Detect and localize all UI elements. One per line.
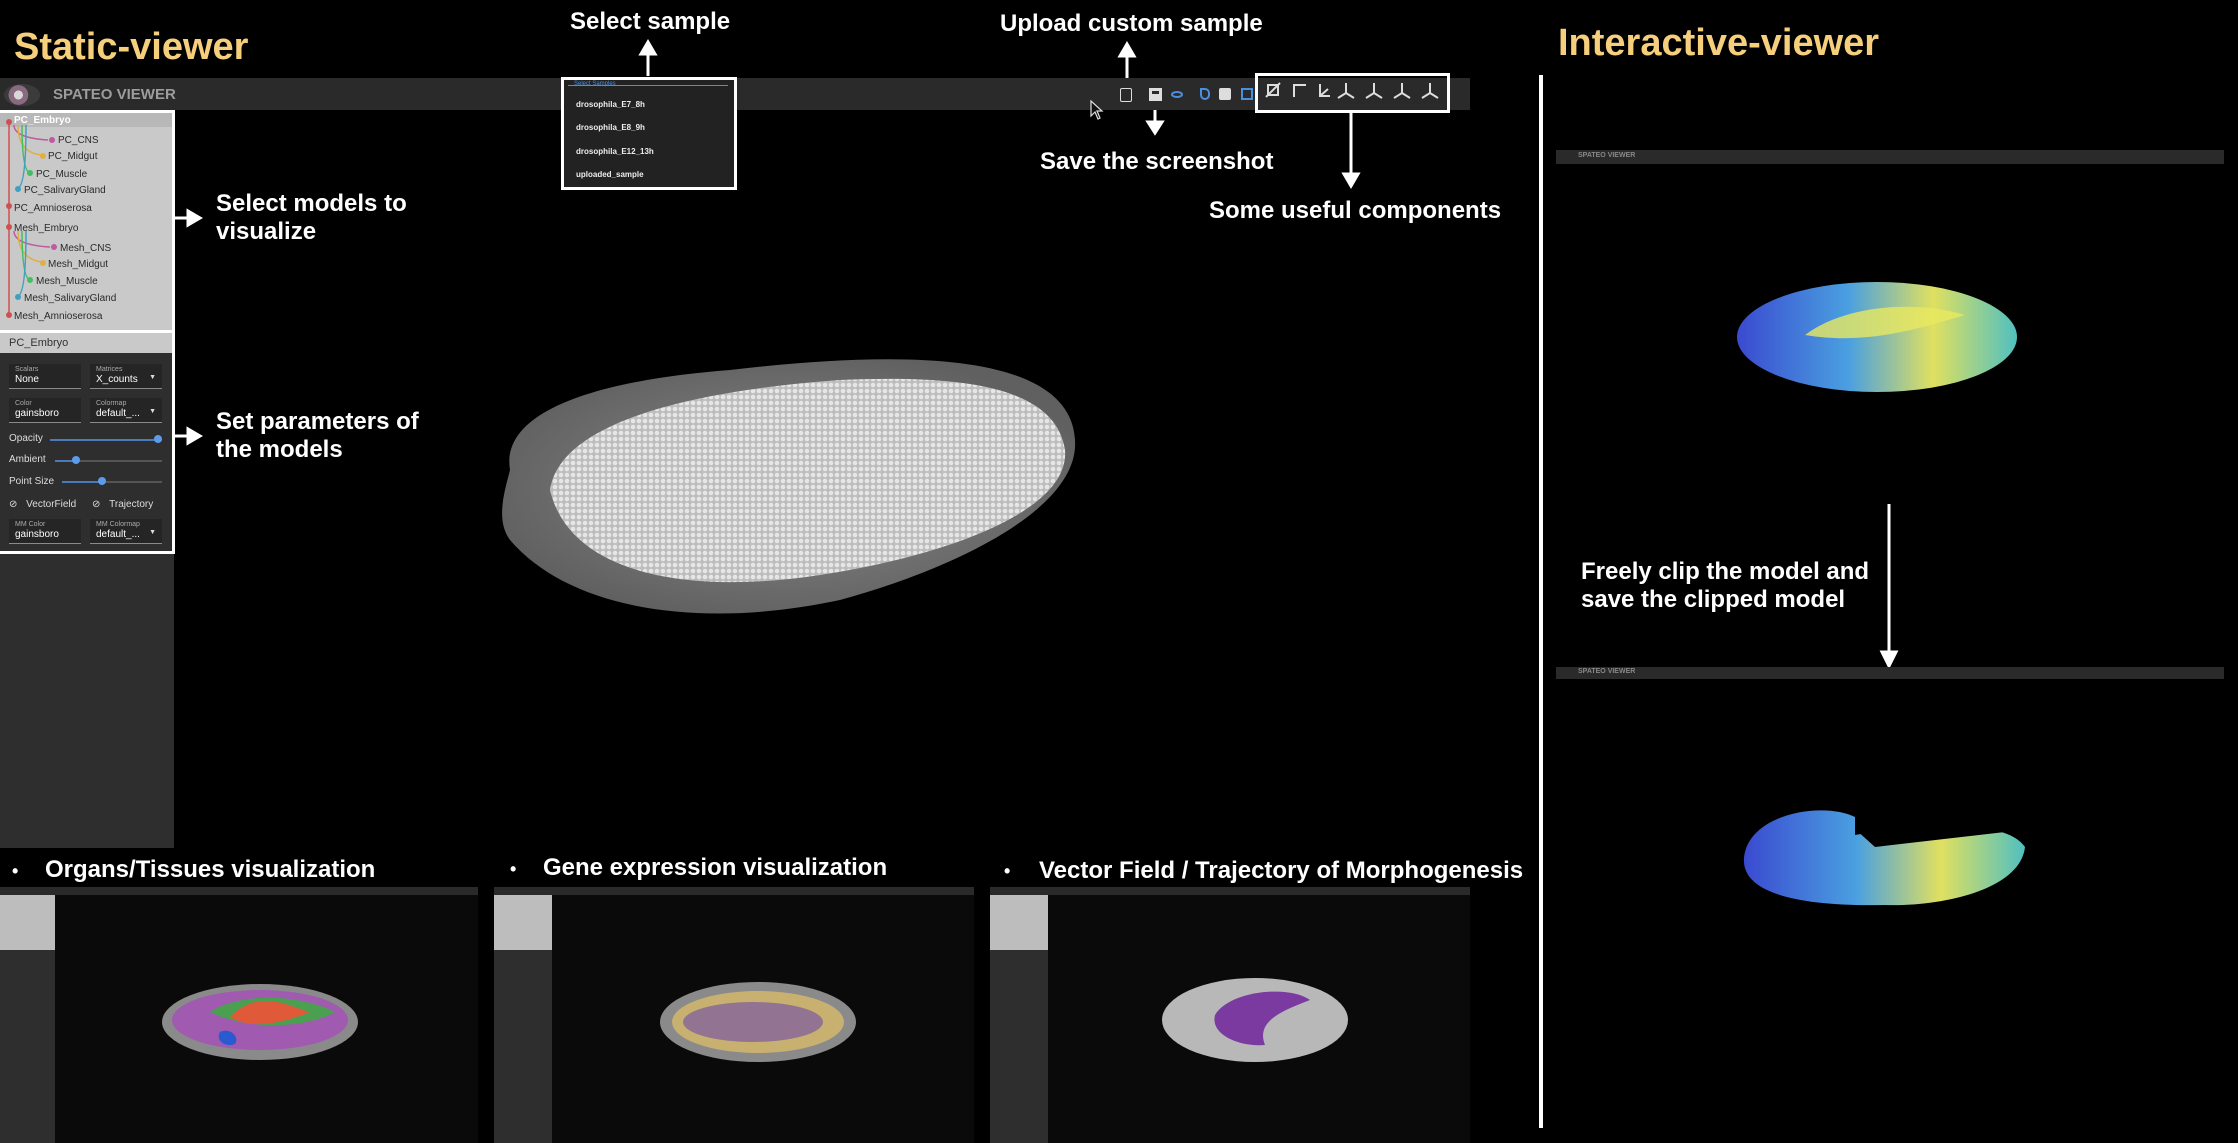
bullet-dot: •	[1004, 861, 1011, 881]
organs-screenshot	[0, 887, 478, 1143]
sample-option[interactable]: drosophila_E8_9h	[576, 123, 645, 132]
view-y-icon	[1365, 83, 1383, 99]
tree-item[interactable]: PC_Amnioserosa	[14, 203, 92, 214]
vectorfield-toggle[interactable]: ⊘ VectorField	[9, 499, 76, 510]
mm-color-value: gainsboro	[15, 529, 59, 540]
mm-color-label: MM Color	[15, 521, 46, 528]
tree-item[interactable]: Mesh_Amnioserosa	[14, 311, 102, 322]
arrow-select-sample	[638, 39, 658, 56]
tree-item[interactable]: PC_Embryo	[14, 115, 71, 126]
opacity-thumb[interactable]	[154, 435, 162, 443]
colormap-label: Colormap	[96, 400, 127, 407]
color-select[interactable]: Color gainsboro	[9, 398, 81, 423]
interactive-toolbar-bottom	[1556, 667, 2224, 679]
component-icons	[1265, 82, 1439, 99]
axes-icon	[1319, 84, 1330, 97]
params-panel: PC_Embryo Scalars None Matrices X_counts…	[0, 330, 175, 554]
opacity-slider[interactable]	[50, 439, 162, 441]
view-iso-icon	[1421, 83, 1439, 99]
point-size-label: Point Size	[9, 476, 55, 487]
sample-option[interactable]: drosophila_E7_8h	[576, 100, 645, 109]
arrow-upload	[1117, 41, 1137, 58]
mm-colormap-select[interactable]: MM Colormap default_... ▼	[90, 519, 162, 544]
interactive-toolbar-top	[1556, 150, 2224, 164]
app-brand: SPATEO VIEWER	[53, 86, 176, 103]
mouse-cursor-icon	[1090, 100, 1104, 120]
arrow-clip	[1879, 650, 1899, 670]
interactive-brand: SPATEO VIEWER	[1578, 152, 1636, 159]
view-x-icon	[1337, 83, 1355, 99]
ambient-label: Ambient	[9, 454, 46, 465]
arrow-components	[1341, 172, 1361, 189]
arrow-select-models	[186, 208, 203, 228]
eye-icon[interactable]	[1171, 91, 1183, 98]
dropdown-header: Select Samples	[574, 81, 616, 87]
vectorfield-label: VectorField	[26, 499, 77, 510]
matrices-select[interactable]: Matrices X_counts ▼	[90, 364, 162, 389]
colormap-value: default_...	[96, 408, 140, 419]
bullet-dot: •	[510, 859, 517, 879]
mm-color-select[interactable]: MM Color gainsboro	[9, 519, 81, 544]
mm-colormap-label: MM Colormap	[96, 521, 140, 528]
trajectory-icon: ⊘	[92, 499, 101, 510]
tree-item[interactable]: Mesh_CNS	[60, 243, 111, 254]
sample-option[interactable]: drosophila_E12_13h	[576, 147, 654, 156]
colormap-select[interactable]: Colormap default_... ▼	[90, 398, 162, 423]
trajectory-toggle[interactable]: ⊘ Trajectory	[92, 499, 153, 510]
bullet-organs: • Organs/Tissues visualization	[12, 856, 375, 885]
tree-item[interactable]: Mesh_Midgut	[48, 259, 108, 270]
arrow-set-params	[186, 426, 203, 446]
point-size-fill	[62, 481, 102, 483]
bullet-text: Organs/Tissues visualization	[44, 856, 376, 883]
cube-icon[interactable]	[1219, 88, 1231, 100]
tree-item[interactable]: PC_Midgut	[48, 151, 97, 162]
vector-screenshot	[990, 887, 1470, 1143]
sample-dropdown[interactable]: Select Samples drosophila_E7_8h drosophi…	[561, 77, 737, 190]
vector-embryo	[1162, 978, 1348, 1062]
scalars-select[interactable]: Scalars None	[9, 364, 81, 389]
app-logo	[4, 84, 40, 106]
params-header: PC_Embryo	[9, 337, 69, 349]
matrices-value: X_counts	[96, 374, 138, 385]
embryo-render[interactable]	[480, 340, 1090, 630]
sample-option[interactable]: uploaded_sample	[576, 170, 644, 179]
bullet-text: Gene expression visualization	[542, 854, 888, 881]
brush-icon[interactable]	[1200, 88, 1210, 100]
vectorfield-icon: ⊘	[9, 499, 18, 510]
chevron-down-icon: ▼	[149, 374, 156, 381]
chevron-down-icon: ▼	[149, 408, 156, 415]
crop-icon	[1293, 84, 1306, 97]
tree-item[interactable]: PC_Muscle	[36, 169, 87, 180]
color-label: Color	[15, 400, 32, 407]
interactive-brand-2: SPATEO VIEWER	[1578, 668, 1636, 675]
tree-item[interactable]: Mesh_Embryo	[14, 223, 78, 234]
scalars-value: None	[15, 374, 39, 385]
mm-colormap-value: default_...	[96, 529, 140, 540]
interactive-model-full[interactable]	[1735, 275, 2020, 400]
gene-embryo	[660, 982, 856, 1062]
model-tree[interactable]: PC_Embryo PC_CNS PC_Midgut PC_Muscle PC_…	[0, 110, 175, 333]
ambient-thumb[interactable]	[72, 456, 80, 464]
point-size-thumb[interactable]	[98, 477, 106, 485]
gene-screenshot	[494, 887, 974, 1143]
tree-item[interactable]: PC_CNS	[58, 135, 99, 146]
scalars-label: Scalars	[15, 366, 39, 373]
chevron-down-icon: ▼	[149, 529, 156, 536]
organs-embryo	[162, 984, 358, 1060]
matrices-label: Matrices	[96, 366, 123, 373]
tree-item[interactable]: Mesh_Muscle	[36, 276, 98, 287]
tree-item[interactable]: PC_SalivaryGland	[24, 185, 106, 196]
bullet-gene: • Gene expression visualization	[510, 854, 887, 883]
opacity-label: Opacity	[9, 433, 43, 444]
bullet-dot: •	[12, 861, 19, 881]
upload-file-icon[interactable]	[1120, 88, 1132, 102]
arrow-screenshot	[1145, 120, 1165, 136]
color-value: gainsboro	[15, 408, 59, 419]
tree-item[interactable]: Mesh_SalivaryGland	[24, 293, 116, 304]
interactive-model-clipped[interactable]	[1735, 797, 2030, 912]
screenshot-save-icon[interactable]	[1149, 88, 1162, 101]
layers-icon[interactable]	[1241, 88, 1253, 100]
view-z-icon	[1393, 83, 1411, 99]
trajectory-label: Trajectory	[109, 499, 154, 510]
